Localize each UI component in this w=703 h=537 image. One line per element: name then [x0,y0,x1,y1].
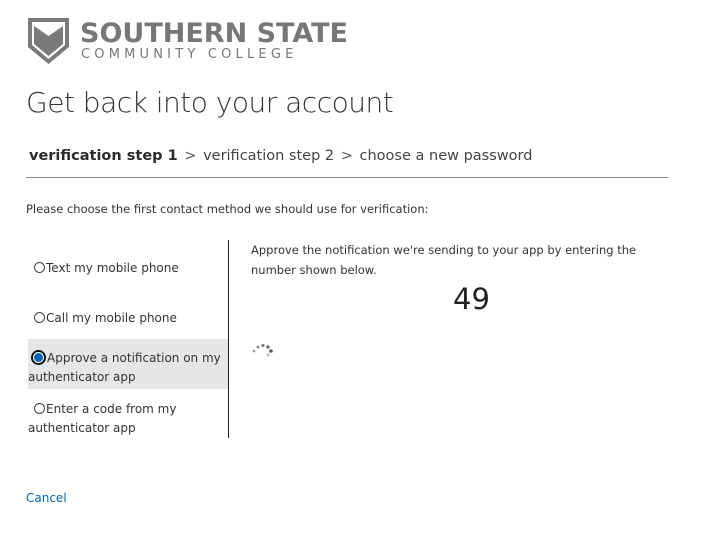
breadcrumb-step-1: verification step 1 [29,148,178,164]
radio-button[interactable] [34,262,45,273]
option-approve-notification[interactable]: Approve a notification on my authenticat… [28,339,228,389]
loading-spinner-icon [252,343,273,357]
logo-name-line1: SOUTHERN STATE [80,18,348,49]
radio-button[interactable] [34,403,45,414]
option-label: Call my mobile phone [46,311,177,325]
option-text-mobile-phone[interactable]: Text my mobile phone [28,259,228,279]
header-divider [26,177,668,178]
option-label: Enter a code from my authenticator app [28,402,177,435]
college-logo: SOUTHERN STATE COMMUNITY COLLEGE [27,17,348,65]
page-title: Get back into your account [26,86,394,119]
option-enter-code[interactable]: Enter a code from my authenticator app [28,400,228,440]
cancel-link[interactable]: Cancel [26,491,67,505]
breadcrumb-separator: > [184,148,197,164]
shield-icon [28,18,69,64]
radio-button[interactable] [34,312,45,323]
breadcrumb-separator: > [340,148,353,164]
notification-message: Approve the notification we're sending t… [251,243,637,277]
contact-method-list: Text my mobile phone Call my mobile phon… [28,240,229,438]
option-label: Text my mobile phone [46,261,179,275]
radio-button-selected[interactable] [31,350,46,365]
logo-name-line2: COMMUNITY COLLEGE [81,47,298,62]
instructions-text: Please choose the first contact method w… [26,202,429,216]
verification-number: 49 [453,282,490,316]
option-call-mobile-phone[interactable]: Call my mobile phone [28,309,228,329]
breadcrumb-step-2: verification step 2 [203,148,335,164]
breadcrumb-step-3: choose a new password [359,148,533,164]
option-label: Approve a notification on my authenticat… [28,351,221,384]
breadcrumb: verification step 1 > verification step … [29,148,532,164]
